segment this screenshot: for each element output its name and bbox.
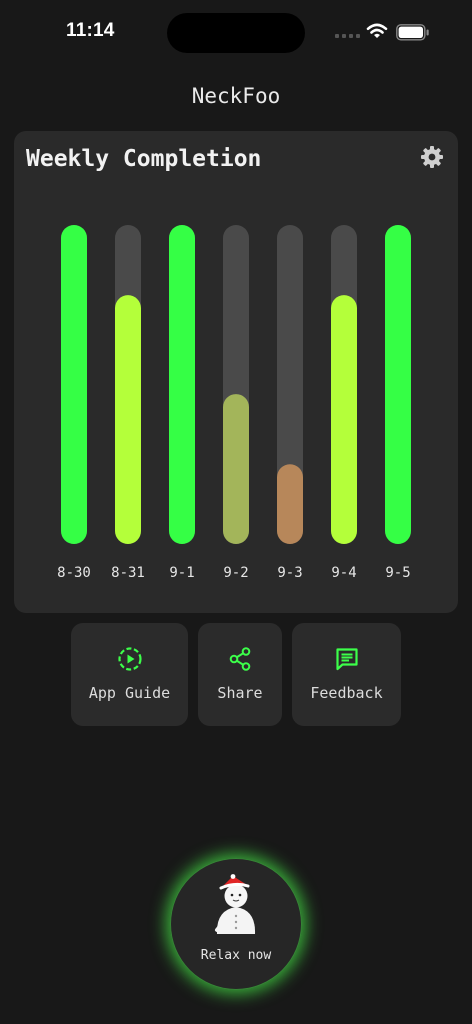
weekly-completion-card: 8-30 8-31 9-1 9-2 9-3 9-4 9-5 Weekly Completio… (14, 131, 458, 613)
feedback-button[interactable]: Feedback (292, 623, 401, 726)
tick-label-9-1: 9-1 (169, 565, 194, 581)
share-button[interactable]: Share (198, 623, 282, 726)
completion-chart: 8-30 8-31 9-1 9-2 9-3 9-4 9-5 (57, 225, 411, 581)
battery-icon (396, 24, 429, 41)
bar-9-4 (331, 295, 357, 544)
tick-label-8-30: 8-30 (57, 565, 91, 581)
card-title: Weekly Completion (26, 146, 262, 172)
feedback-label: Feedback (310, 684, 383, 702)
tick-label-9-5: 9-5 (385, 565, 410, 581)
bar-9-5 (385, 225, 411, 544)
cellular-signal-icon (335, 34, 360, 38)
status-time: 11:14 (66, 20, 115, 41)
status-bar: 11:14 (0, 0, 472, 64)
gear-icon[interactable] (420, 145, 444, 169)
tick-label-9-2: 9-2 (223, 565, 248, 581)
share-label: Share (217, 684, 263, 702)
relax-now-button[interactable]: Relax now (170, 858, 302, 990)
relax-now-label: Relax now (200, 948, 272, 963)
tick-label-9-3: 9-3 (277, 565, 302, 581)
tick-label-9-4: 9-4 (331, 565, 356, 581)
dynamic-island (167, 13, 305, 53)
wifi-icon (366, 23, 388, 38)
app-title: NeckFoo (191, 84, 281, 108)
bar-9-1 (169, 225, 195, 544)
bar-8-31 (115, 295, 141, 544)
snowman-mascot-icon (215, 874, 256, 934)
bar-9-3 (277, 464, 303, 544)
share-icon (229, 647, 251, 671)
message-icon (335, 648, 358, 671)
bar-8-30 (61, 225, 87, 544)
tick-label-8-31: 8-31 (111, 565, 145, 581)
bar-9-2 (223, 394, 249, 544)
app-guide-button[interactable]: App Guide (71, 623, 188, 726)
app-guide-label: App Guide (88, 684, 171, 702)
play-circle-icon (117, 647, 142, 671)
